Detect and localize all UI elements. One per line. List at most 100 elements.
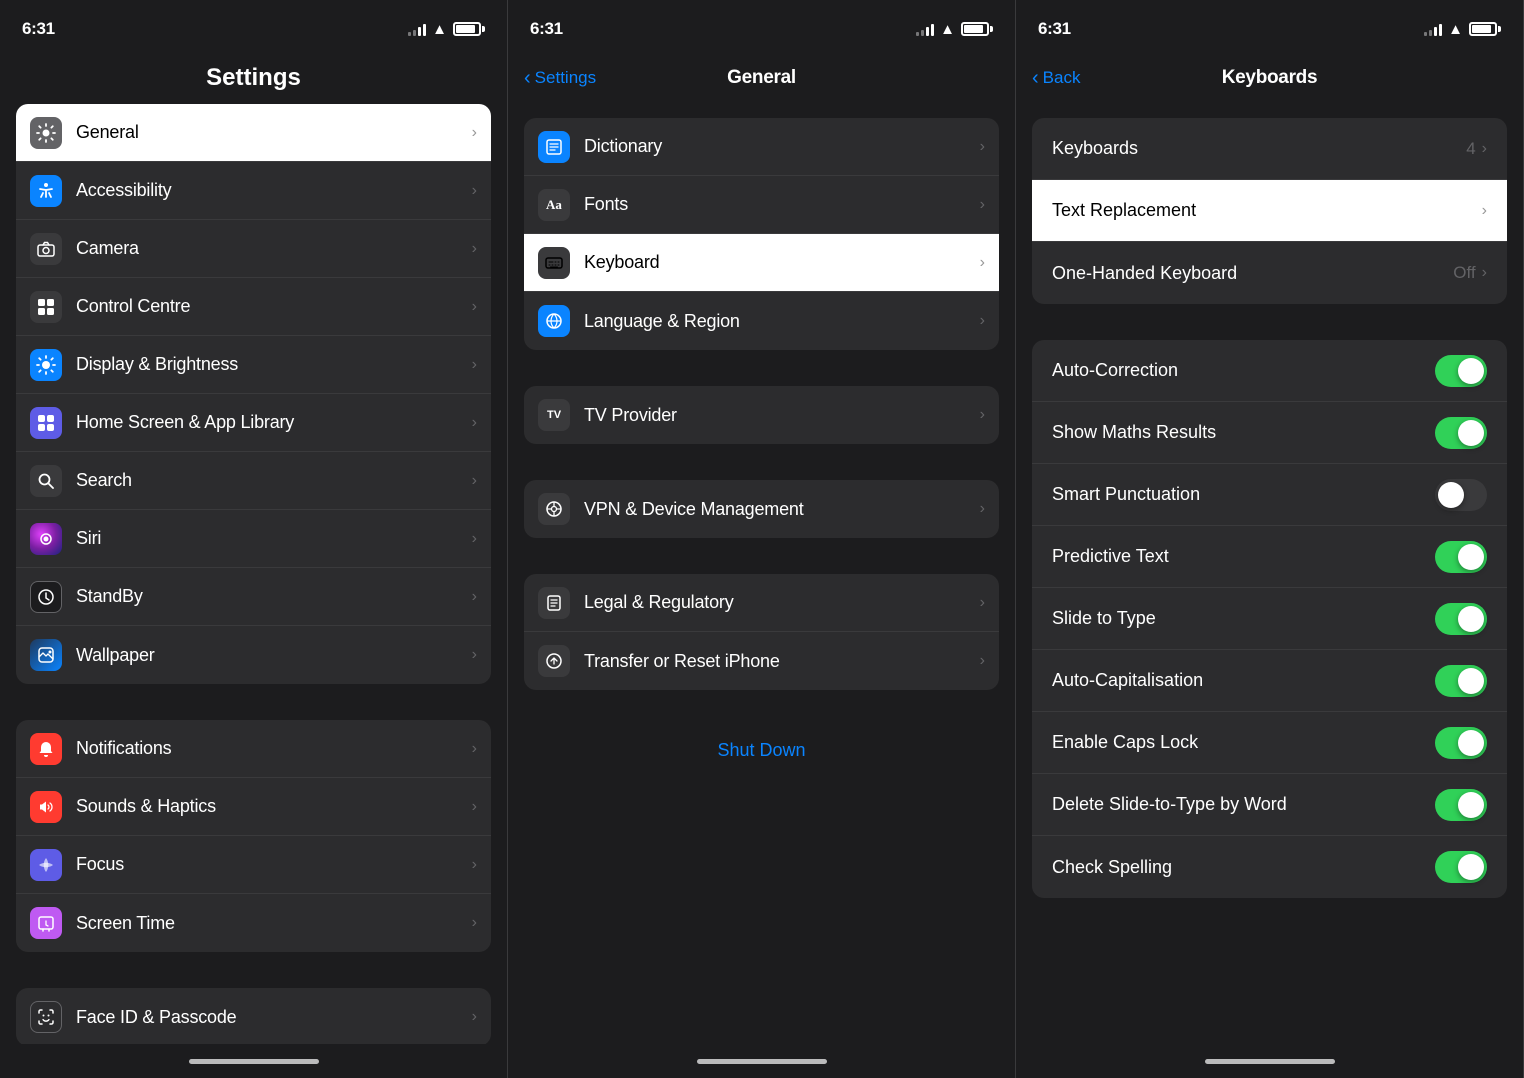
general-item-tv[interactable]: TV TV Provider › bbox=[524, 386, 999, 444]
p3-slide-to-type-row[interactable]: Slide to Type bbox=[1032, 588, 1507, 650]
slide-to-type-toggle[interactable] bbox=[1435, 603, 1487, 635]
keyboards-back-button[interactable]: ‹ Back bbox=[1032, 68, 1080, 88]
standby-icon bbox=[30, 581, 62, 613]
transfer-label: Transfer or Reset iPhone bbox=[584, 651, 974, 672]
notifications-label: Notifications bbox=[76, 738, 466, 759]
settings-list-scroll[interactable]: General › Accessibility › bbox=[0, 104, 507, 1044]
fonts-label: Fonts bbox=[584, 194, 974, 215]
face-id-icon bbox=[30, 1001, 62, 1033]
battery-icon-1 bbox=[453, 22, 485, 36]
shut-down-button[interactable]: Shut Down bbox=[508, 720, 1015, 781]
general-chevron: › bbox=[472, 124, 477, 142]
p3-enable-caps-lock-row[interactable]: Enable Caps Lock bbox=[1032, 712, 1507, 774]
settings-item-face-id[interactable]: Face ID & Passcode › bbox=[16, 988, 491, 1044]
p3-smart-punctuation-row[interactable]: Smart Punctuation bbox=[1032, 464, 1507, 526]
settings-item-focus[interactable]: Focus › bbox=[16, 836, 491, 894]
p3-slide-to-type-label: Slide to Type bbox=[1052, 608, 1435, 629]
camera-label: Camera bbox=[76, 238, 466, 259]
general-item-language[interactable]: Language & Region › bbox=[524, 292, 999, 350]
settings-item-screen-time[interactable]: Screen Time › bbox=[16, 894, 491, 952]
home-screen-icon bbox=[30, 407, 62, 439]
settings-item-accessibility[interactable]: Accessibility › bbox=[16, 162, 491, 220]
enable-caps-lock-toggle[interactable] bbox=[1435, 727, 1487, 759]
delete-slide-toggle[interactable] bbox=[1435, 789, 1487, 821]
sounds-label: Sounds & Haptics bbox=[76, 796, 466, 817]
siri-icon bbox=[30, 523, 62, 555]
keyboards-toggles-section: Auto-Correction Show Maths Results Smart… bbox=[1032, 340, 1507, 898]
p3-text-replacement-row[interactable]: Text Replacement › bbox=[1032, 180, 1507, 242]
general-item-transfer[interactable]: Transfer or Reset iPhone › bbox=[524, 632, 999, 690]
check-spelling-toggle[interactable] bbox=[1435, 851, 1487, 883]
general-scroll[interactable]: Dictionary › Aa Fonts › Keyboard bbox=[508, 104, 1015, 1044]
settings-item-display[interactable]: Display & Brightness › bbox=[16, 336, 491, 394]
home-indicator-2 bbox=[508, 1044, 1015, 1078]
accessibility-icon bbox=[30, 175, 62, 207]
keyboard-icon bbox=[538, 247, 570, 279]
p3-text-replacement-label: Text Replacement bbox=[1052, 200, 1482, 221]
p3-check-spelling-row[interactable]: Check Spelling bbox=[1032, 836, 1507, 898]
auto-capitalisation-toggle[interactable] bbox=[1435, 665, 1487, 697]
wifi-icon-3: ▲ bbox=[1448, 21, 1463, 38]
predictive-text-toggle[interactable] bbox=[1435, 541, 1487, 573]
settings-list: General › Accessibility › bbox=[16, 104, 491, 684]
p3-delete-slide-row[interactable]: Delete Slide-to-Type by Word bbox=[1032, 774, 1507, 836]
screen-time-chevron: › bbox=[472, 914, 477, 932]
wallpaper-label: Wallpaper bbox=[76, 645, 466, 666]
p3-show-maths-row[interactable]: Show Maths Results bbox=[1032, 402, 1507, 464]
settings-item-general[interactable]: General › bbox=[16, 104, 491, 162]
standby-chevron: › bbox=[472, 588, 477, 606]
settings-item-search[interactable]: Search › bbox=[16, 452, 491, 510]
siri-label: Siri bbox=[76, 528, 466, 549]
status-time-3: 6:31 bbox=[1038, 19, 1071, 39]
p3-auto-capitalisation-row[interactable]: Auto-Capitalisation bbox=[1032, 650, 1507, 712]
p3-one-handed-chevron: › bbox=[1482, 264, 1487, 282]
settings-item-siri[interactable]: Siri › bbox=[16, 510, 491, 568]
back-chevron-3: ‹ bbox=[1032, 68, 1039, 88]
general-panel: 6:31 ▲ ‹ Settings General bbox=[508, 0, 1016, 1078]
display-icon bbox=[30, 349, 62, 381]
keyboards-top-section: Keyboards 4 › Text Replacement › One-Han… bbox=[1032, 118, 1507, 304]
general-list-3: VPN & Device Management › bbox=[524, 480, 999, 538]
smart-punctuation-toggle[interactable] bbox=[1435, 479, 1487, 511]
general-label: General bbox=[76, 122, 466, 143]
settings-item-home-screen[interactable]: Home Screen & App Library › bbox=[16, 394, 491, 452]
p3-predictive-text-row[interactable]: Predictive Text bbox=[1032, 526, 1507, 588]
show-maths-toggle[interactable] bbox=[1435, 417, 1487, 449]
language-icon bbox=[538, 305, 570, 337]
siri-chevron: › bbox=[472, 530, 477, 548]
legal-chevron: › bbox=[980, 594, 985, 612]
status-icons-3: ▲ bbox=[1424, 21, 1501, 38]
fonts-chevron: › bbox=[980, 196, 985, 214]
settings-item-sounds[interactable]: Sounds & Haptics › bbox=[16, 778, 491, 836]
settings-item-camera[interactable]: Camera › bbox=[16, 220, 491, 278]
keyboards-nav: ‹ Back Keyboards bbox=[1016, 52, 1523, 104]
general-item-legal[interactable]: Legal & Regulatory › bbox=[524, 574, 999, 632]
screen-time-icon bbox=[30, 907, 62, 939]
settings-item-notifications[interactable]: Notifications › bbox=[16, 720, 491, 778]
p3-auto-correction-row[interactable]: Auto-Correction bbox=[1032, 340, 1507, 402]
general-item-keyboard[interactable]: Keyboard › bbox=[524, 234, 999, 292]
general-item-vpn[interactable]: VPN & Device Management › bbox=[524, 480, 999, 538]
general-item-fonts[interactable]: Aa Fonts › bbox=[524, 176, 999, 234]
battery-icon-3 bbox=[1469, 22, 1501, 36]
display-label: Display & Brightness bbox=[76, 354, 466, 375]
status-icons-1: ▲ bbox=[408, 21, 485, 38]
dictionary-icon bbox=[538, 131, 570, 163]
settings-item-wallpaper[interactable]: Wallpaper › bbox=[16, 626, 491, 684]
p3-keyboards-row[interactable]: Keyboards 4 › bbox=[1032, 118, 1507, 180]
general-icon bbox=[30, 117, 62, 149]
general-item-dictionary[interactable]: Dictionary › bbox=[524, 118, 999, 176]
settings-item-standby[interactable]: StandBy › bbox=[16, 568, 491, 626]
general-nav: ‹ Settings General bbox=[508, 52, 1015, 104]
wifi-icon-1: ▲ bbox=[432, 21, 447, 38]
face-id-label: Face ID & Passcode bbox=[76, 1007, 466, 1028]
general-back-button[interactable]: ‹ Settings bbox=[524, 68, 596, 88]
settings-item-control-centre[interactable]: Control Centre › bbox=[16, 278, 491, 336]
vpn-chevron: › bbox=[980, 500, 985, 518]
sounds-chevron: › bbox=[472, 798, 477, 816]
p3-one-handed-row[interactable]: One-Handed Keyboard Off › bbox=[1032, 242, 1507, 304]
auto-correction-toggle[interactable] bbox=[1435, 355, 1487, 387]
settings-list-2: Notifications › Sounds & Haptics › bbox=[16, 720, 491, 952]
keyboards-scroll[interactable]: Keyboards 4 › Text Replacement › One-Han… bbox=[1016, 104, 1523, 1044]
vpn-icon bbox=[538, 493, 570, 525]
